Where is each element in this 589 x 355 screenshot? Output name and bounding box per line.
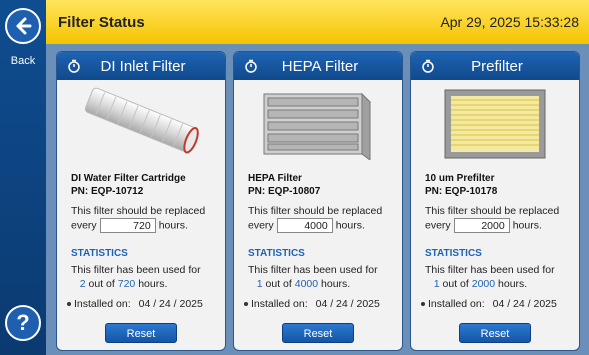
- filter-name: 10 um Prefilter PN: EQP-10178: [425, 173, 498, 197]
- filter-name: DI Water Filter Cartridge PN: EQP-10712: [71, 173, 186, 197]
- card-header: HEPA Filter: [234, 52, 402, 80]
- usage-info: This filter has been used for 1 out of 4…: [248, 264, 378, 290]
- back-button[interactable]: [5, 8, 41, 44]
- statistics-heading: STATISTICS: [71, 248, 128, 259]
- installed-date: Installed on: 04 / 24 / 2025: [67, 298, 203, 310]
- part-number: PN: EQP-10807: [248, 186, 321, 197]
- arrow-left-icon: [16, 17, 32, 35]
- filter-card-di-inlet: DI Inlet Filter DI Water Filter Cartridg…: [56, 51, 226, 351]
- help-button[interactable]: ?: [5, 305, 41, 341]
- installed-date: Installed on: 04 / 24 / 2025: [421, 298, 557, 310]
- replace-info: This filter should be replaced every 4000…: [248, 205, 383, 233]
- header: Filter Status Apr 29, 2025 15:33:28: [46, 0, 589, 44]
- stopwatch-icon: [68, 59, 80, 73]
- statistics-heading: STATISTICS: [248, 248, 305, 259]
- usage-info: This filter has been used for 1 out of 2…: [425, 264, 555, 290]
- filter-name: HEPA Filter PN: EQP-10807: [248, 173, 321, 197]
- usage-info: This filter has been used for 2 out of 7…: [71, 264, 201, 290]
- back-label: Back: [10, 55, 36, 67]
- stopwatch-icon: [422, 59, 434, 73]
- filter-image: [57, 80, 225, 160]
- stopwatch-icon: [245, 59, 257, 73]
- card-title: DI Inlet Filter: [100, 57, 186, 75]
- card-header: DI Inlet Filter: [57, 52, 225, 80]
- sidebar: Back ?: [0, 0, 46, 355]
- card-title: Prefilter: [471, 57, 523, 75]
- bullet-icon: [244, 302, 248, 306]
- main-content: DI Inlet Filter DI Water Filter Cartridg…: [46, 44, 589, 355]
- installed-date: Installed on: 04 / 24 / 2025: [244, 298, 380, 310]
- reset-button[interactable]: Reset: [459, 323, 531, 343]
- bullet-icon: [67, 302, 71, 306]
- filter-card-prefilter: Prefilter 10 um Prefilter PN: EQP-10178 …: [410, 51, 580, 351]
- replace-hours-field: 4000: [276, 218, 333, 233]
- filter-card-hepa: HEPA Filter HEPA Filter PN: EQP-10807 Th…: [233, 51, 403, 351]
- replace-hours-field: 2000: [453, 218, 510, 233]
- page-title: Filter Status: [58, 14, 145, 31]
- replace-info: This filter should be replaced every 2000…: [425, 205, 560, 233]
- filter-image: [234, 80, 402, 161]
- reset-button[interactable]: Reset: [105, 323, 177, 343]
- reset-button[interactable]: Reset: [282, 323, 354, 343]
- replace-hours-field: 720: [99, 218, 156, 233]
- card-title: HEPA Filter: [281, 57, 359, 75]
- statistics-heading: STATISTICS: [425, 248, 482, 259]
- filter-image: [411, 80, 579, 160]
- datetime: Apr 29, 2025 15:33:28: [440, 14, 579, 30]
- bullet-icon: [421, 302, 425, 306]
- card-header: Prefilter: [411, 52, 579, 80]
- part-number: PN: EQP-10178: [425, 186, 498, 197]
- replace-info: This filter should be replaced every 720 h…: [71, 205, 206, 233]
- part-number: PN: EQP-10712: [71, 186, 144, 197]
